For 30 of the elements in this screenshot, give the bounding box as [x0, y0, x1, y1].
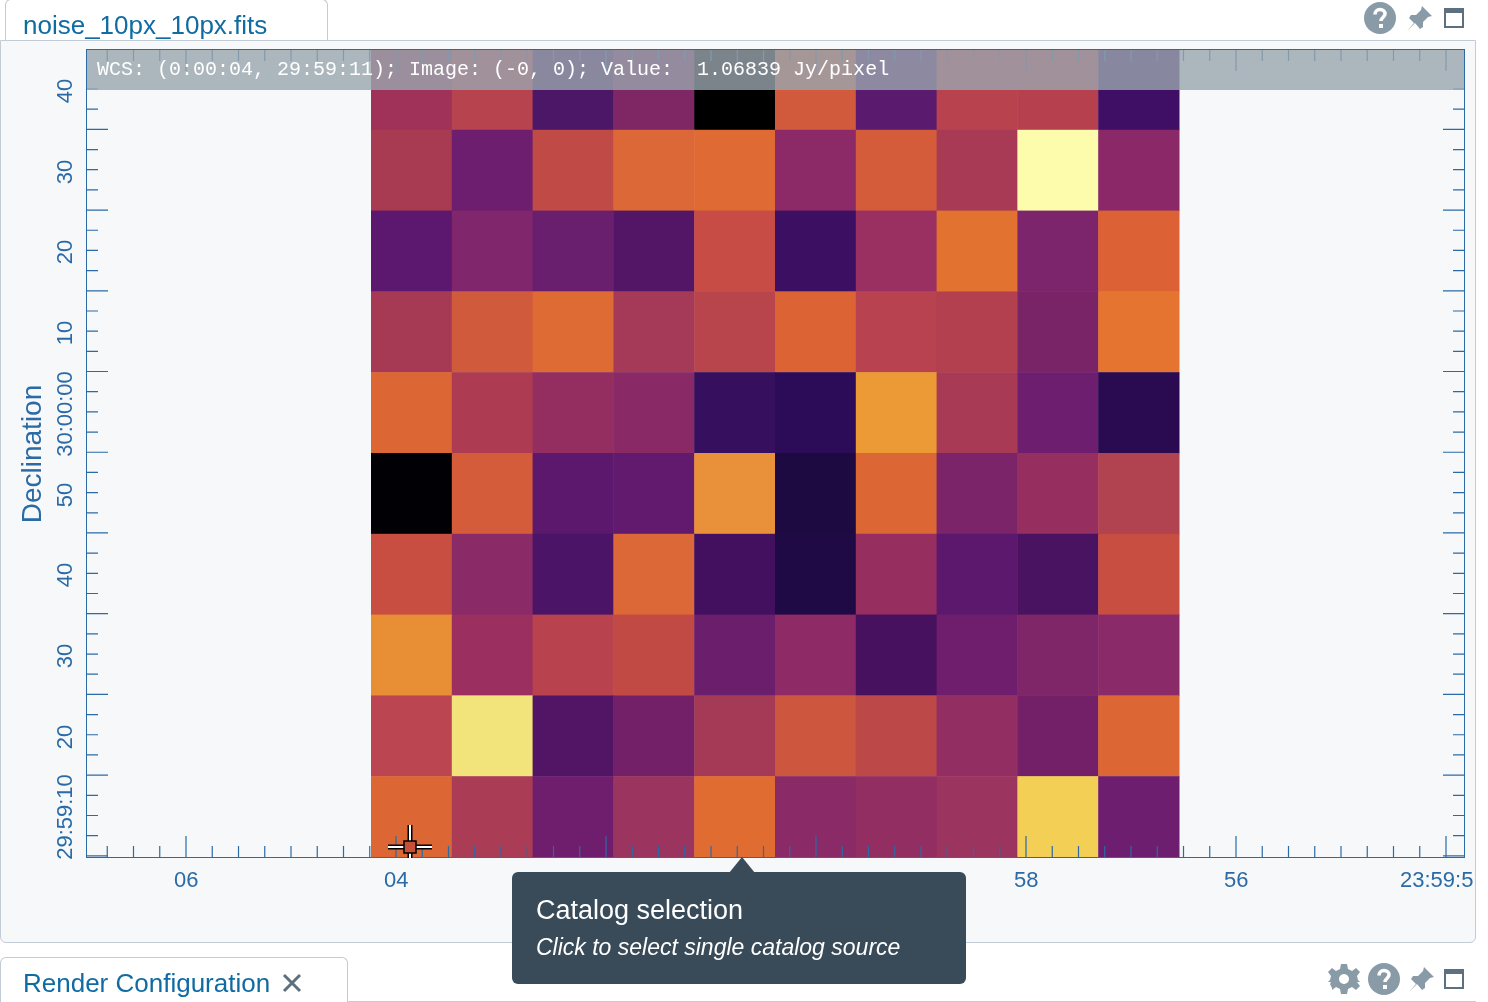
y-tick-label: 40 — [54, 78, 76, 104]
settings-icon[interactable] — [1328, 962, 1360, 995]
x-tick-label: 56 — [1224, 869, 1249, 891]
y-tick-label: 40 — [54, 562, 76, 588]
file-tab[interactable]: noise_10px_10px.fits — [5, 0, 328, 40]
pin-icon[interactable] — [1406, 4, 1434, 32]
tooltip-text: Click to select single catalog source — [536, 933, 902, 962]
y-tick-label: 30 — [54, 643, 76, 669]
panel-tab[interactable]: Render Configuration — [0, 957, 348, 1002]
y-tick-label: 30:00:00 — [54, 371, 76, 457]
pin-icon[interactable] — [1408, 964, 1436, 993]
close-icon[interactable] — [282, 973, 303, 993]
y-tick-label: 20 — [54, 240, 76, 265]
crosshair-marker — [385, 822, 435, 858]
y-tick-label: 10 — [54, 320, 76, 346]
y-tick-label: 29:59:10 — [54, 774, 76, 861]
x-tick-label: 23:59:5 — [1400, 869, 1474, 891]
cursor-info-text: WCS: (0:00:04, 29:59:11); Image: (-0, 0); Value: 1.06839 Jy/pixel — [97, 57, 890, 83]
y-tick-label: 50 — [54, 482, 76, 507]
x-tick-label: 58 — [1014, 869, 1039, 891]
y-tick-label: 30 — [54, 159, 76, 184]
help-icon[interactable] — [1364, 2, 1396, 34]
y-axis-title: Declination — [18, 384, 46, 524]
maximize-icon[interactable] — [1444, 968, 1464, 989]
help-icon[interactable] — [1368, 962, 1400, 995]
maximize-icon[interactable] — [1444, 8, 1464, 28]
x-tick-label: 06 — [174, 869, 199, 891]
tooltip-title: Catalog selection — [536, 894, 745, 926]
y-tick-label: 20 — [54, 724, 76, 749]
x-tick-label: 04 — [384, 869, 409, 891]
